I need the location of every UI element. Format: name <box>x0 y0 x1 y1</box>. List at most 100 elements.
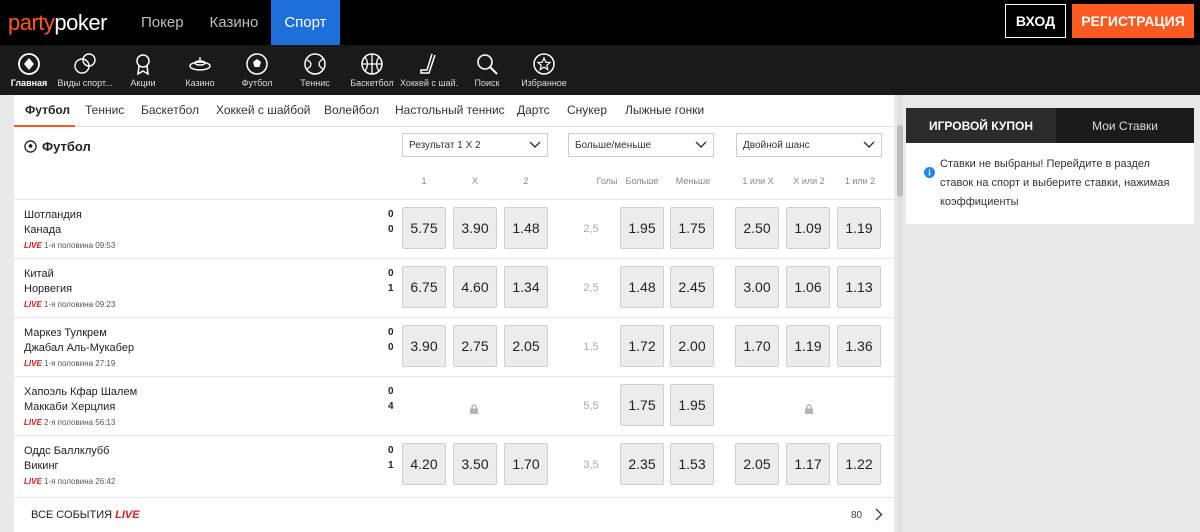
sport-nav-label: Поиск <box>474 78 500 88</box>
tab-sport-1[interactable]: Теннис <box>85 103 124 117</box>
tab-sport-4[interactable]: Волейбол <box>324 103 379 117</box>
team-away-name[interactable]: Канада <box>24 224 61 236</box>
team-home-name[interactable]: Маркез Тулкрем <box>24 327 107 339</box>
odds-button-over-under[interactable]: 1.75 <box>620 384 664 426</box>
top-nav-item-0[interactable]: Покер <box>128 0 197 45</box>
odds-button-over-under[interactable]: 2.35 <box>620 443 664 485</box>
events-count: 80 <box>851 510 863 521</box>
partypoker-logo[interactable]: partypoker <box>8 10 107 36</box>
column-header: 1 или X <box>742 176 774 186</box>
odds-button-double-chance[interactable]: 1.22 <box>837 443 881 485</box>
sport-nav-item-3[interactable]: Казино <box>171 45 229 95</box>
tab-sport-7[interactable]: Снукер <box>567 103 607 117</box>
sport-nav-item-7[interactable]: Хоккей с шай... <box>400 45 458 95</box>
tab-sport-8[interactable]: Лыжные гонки <box>625 103 704 117</box>
odds-button-1x2[interactable]: 3.50 <box>453 443 497 485</box>
top-nav: Покер Казино Спорт <box>128 0 340 45</box>
top-nav-item-1[interactable]: Казино <box>197 0 272 45</box>
odds-button-double-chance[interactable]: 1.13 <box>837 266 881 308</box>
tab-sport-6[interactable]: Дартс <box>517 103 550 117</box>
odds-button-double-chance[interactable]: 3.00 <box>735 266 779 308</box>
market-dropdown-overunder[interactable]: Больше/меньше <box>568 133 714 157</box>
odds-button-over-under[interactable]: 1.75 <box>670 207 714 249</box>
tab-sport-2[interactable]: Баскетбол <box>141 103 199 117</box>
tab-bet-slip[interactable]: ИГРОВОЙ КУПОН <box>906 108 1056 143</box>
sport-nav-item-0[interactable]: Главная <box>0 45 58 95</box>
column-header: Больше <box>625 176 659 186</box>
market-dropdown-result[interactable]: Результат 1 X 2 <box>402 133 548 157</box>
odds-button-double-chance[interactable]: 2.50 <box>735 207 779 249</box>
match-row[interactable]: Маркез Тулкрем Джабал Аль-Мукабер 0 0 LIVE 1… <box>14 317 894 376</box>
login-button[interactable]: ВХОД <box>1005 4 1066 38</box>
sport-nav-item-6[interactable]: Баскетбол <box>343 45 401 95</box>
odds-button-1x2[interactable]: 5.75 <box>402 207 446 249</box>
tab-sport-5[interactable]: Настольный теннис <box>395 103 505 117</box>
odds-button-1x2[interactable]: 1.48 <box>504 207 548 249</box>
odds-button-1x2[interactable]: 3.90 <box>402 325 446 367</box>
odds-button-double-chance[interactable]: 1.17 <box>786 443 830 485</box>
section-title-text: Футбол <box>42 139 91 154</box>
odds-button-double-chance[interactable]: 2.05 <box>735 443 779 485</box>
odds-button-double-chance[interactable]: 1.36 <box>837 325 881 367</box>
tab-my-bets[interactable]: Мои Ставки <box>1056 108 1194 143</box>
sport-nav-label: Виды спорт... <box>57 78 113 88</box>
odds-button-1x2[interactable]: 3.90 <box>453 207 497 249</box>
sport-nav-item-1[interactable]: Виды спорт... <box>56 45 114 95</box>
team-away-name[interactable]: Викинг <box>24 460 59 472</box>
team-home-name[interactable]: Шотландия <box>24 209 82 221</box>
match-row[interactable]: Хапоэль Кфар Шалем Маккаби Херцлия 0 4 LIVE … <box>14 376 894 435</box>
sport-nav-item-5[interactable]: Теннис <box>286 45 344 95</box>
odds-button-1x2[interactable]: 1.34 <box>504 266 548 308</box>
sport-nav-item-4[interactable]: Футбол <box>228 45 286 95</box>
match-row[interactable]: Китай Норвегия 0 1 LIVE 1-я половина 09:23 6.… <box>14 258 894 317</box>
odds-button-1x2[interactable]: 6.75 <box>402 266 446 308</box>
sport-nav-item-2[interactable]: Акции <box>114 45 172 95</box>
odds-button-double-chance[interactable]: 1.09 <box>786 207 830 249</box>
scrollbar[interactable] <box>897 95 903 532</box>
register-button[interactable]: РЕГИСТРАЦИЯ <box>1072 4 1194 38</box>
top-nav-item-2[interactable]: Спорт <box>271 0 340 45</box>
chevron-down-icon <box>863 141 875 148</box>
sport-nav-item-9[interactable]: Избранное <box>515 45 573 95</box>
team-away-name[interactable]: Норвегия <box>24 283 72 295</box>
score-home: 0 <box>388 268 394 279</box>
market-dropdown-double-chance[interactable]: Двойной шанс <box>736 133 882 157</box>
chevron-down-icon <box>529 141 541 148</box>
match-period: 1-я половина 09:53 <box>44 241 116 250</box>
odds-button-1x2[interactable]: 2.75 <box>453 325 497 367</box>
odds-button-1x2[interactable]: 2.05 <box>504 325 548 367</box>
odds-button-over-under[interactable]: 1.53 <box>670 443 714 485</box>
team-home-name[interactable]: Оддс Баллклубб <box>24 445 109 457</box>
odds-button-1x2[interactable]: 4.60 <box>453 266 497 308</box>
odds-button-over-under[interactable]: 2.45 <box>670 266 714 308</box>
sport-nav-label: Акции <box>130 78 156 88</box>
team-away-name[interactable]: Джабал Аль-Мукабер <box>24 342 134 354</box>
odds-button-double-chance[interactable]: 1.70 <box>735 325 779 367</box>
odds-button-double-chance[interactable]: 1.06 <box>786 266 830 308</box>
sport-nav-label: Футбол <box>241 78 273 88</box>
all-events-link[interactable]: ВСЕ СОБЫТИЯ LIVE <box>31 509 140 521</box>
odds-button-1x2[interactable]: 1.70 <box>504 443 548 485</box>
odds-button-1x2[interactable]: 4.20 <box>402 443 446 485</box>
team-home-name[interactable]: Хапоэль Кфар Шалем <box>24 386 137 398</box>
odds-button-over-under[interactable]: 1.95 <box>620 207 664 249</box>
tab-sport-0[interactable]: Футбол <box>25 103 70 117</box>
score-away: 1 <box>388 283 394 294</box>
all-events-row[interactable]: ВСЕ СОБЫТИЯ LIVE 80 <box>14 497 894 532</box>
team-away-name[interactable]: Маккаби Херцлия <box>24 401 115 413</box>
match-row[interactable]: Шотландия Канада 0 0 LIVE 1-я половина 09:53… <box>14 199 894 258</box>
odds-button-over-under[interactable]: 1.72 <box>620 325 664 367</box>
tab-sport-3[interactable]: Хоккей с шайбой <box>216 103 310 117</box>
match-row[interactable]: Оддс Баллклубб Викинг 0 1 LIVE 1-я половина … <box>14 435 894 494</box>
odds-button-double-chance[interactable]: 1.19 <box>786 325 830 367</box>
score-home: 0 <box>388 209 394 220</box>
odds-button-over-under[interactable]: 2.00 <box>670 325 714 367</box>
sport-nav-item-8[interactable]: Поиск <box>458 45 516 95</box>
odds-button-over-under[interactable]: 1.48 <box>620 266 664 308</box>
bet-slip-empty-message: Ставки не выбраны! Перейдите в раздел ст… <box>940 158 1170 208</box>
chevron-right-icon[interactable] <box>875 508 883 521</box>
team-home-name[interactable]: Китай <box>24 268 54 280</box>
odds-button-double-chance[interactable]: 1.19 <box>837 207 881 249</box>
scrollbar-thumb[interactable] <box>897 125 903 197</box>
odds-button-over-under[interactable]: 1.95 <box>670 384 714 426</box>
